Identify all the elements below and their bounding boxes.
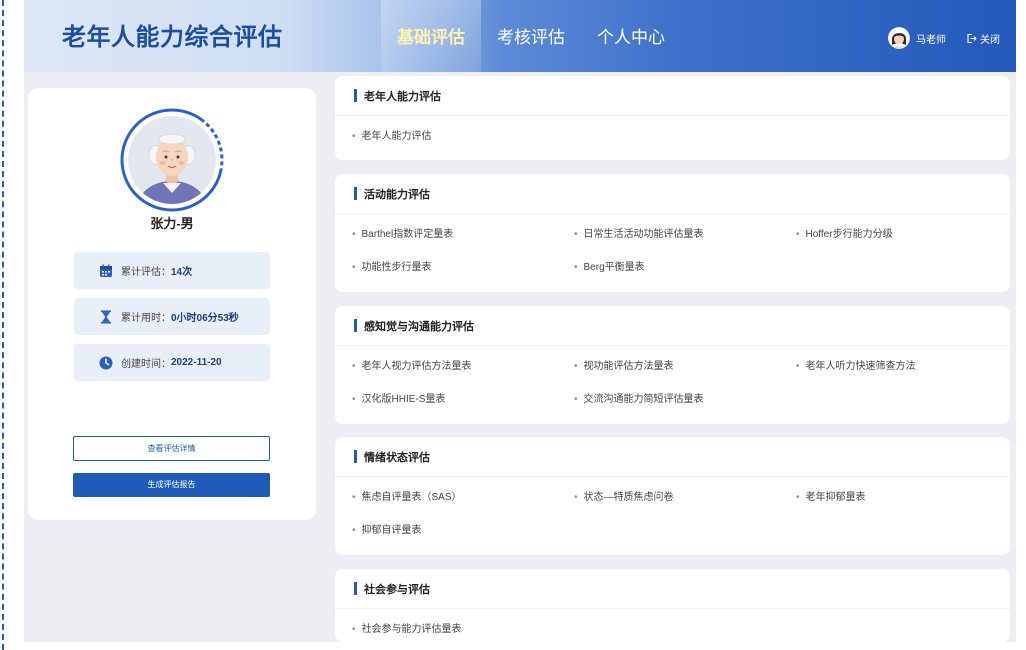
section-title: 老年人能力评估 (364, 90, 441, 103)
assessment-item[interactable]: 交流沟通能力简短评估量表 (574, 383, 796, 416)
profile-name: 张力-男 (150, 216, 194, 231)
section-activity-ability: 活动能力评估 Barthel指数评定量表 日常生活活动功能评估量表 Hoffer… (335, 174, 1010, 292)
logout-button[interactable]: 关闭 (966, 31, 1000, 46)
section-accent-bar (354, 187, 357, 200)
stat-label: 累计评估： (121, 267, 171, 278)
stat-created-date: 创建时间： 2022-11-20 (74, 344, 270, 381)
stat-value: 0小时06分53秒 (171, 313, 239, 324)
section-header: 感知觉与沟通能力评估 (335, 306, 1010, 346)
tab-basic-assessment[interactable]: 基础评估 (381, 0, 481, 72)
section-title: 社会参与评估 (364, 583, 430, 596)
section-header: 老年人能力评估 (335, 76, 1010, 116)
profile-card: 张力-男 累计评估： 14次 累计用时： 0小时06分53秒 创建时间： 202… (28, 88, 316, 520)
app-frame: 老年人能力综合评估 基础评估 考核评估 个人中心 马老师 关闭 张力-男 累计评… (24, 0, 1016, 642)
logout-label: 关闭 (980, 34, 1000, 46)
section-items: Barthel指数评定量表 日常生活活动功能评估量表 Hoffer步行能力分级 … (335, 214, 1010, 284)
section-elderly-ability: 老年人能力评估 老年人能力评估 (335, 76, 1010, 160)
section-perception-communication: 感知觉与沟通能力评估 老年人视力评估方法量表 视功能评估方法量表 老年人听力快速… (335, 306, 1010, 424)
section-accent-bar (354, 582, 357, 595)
stat-value: 2022-11-20 (171, 357, 222, 368)
tab-exam-assessment[interactable]: 考核评估 (481, 0, 581, 72)
stat-total-time: 累计用时： 0小时06分53秒 (74, 298, 270, 335)
assessment-item[interactable]: 老年人听力快速筛查方法 (796, 350, 1010, 383)
assessment-item[interactable]: 视功能评估方法量表 (574, 350, 796, 383)
section-items: 社会参与能力评估量表 (335, 609, 1010, 642)
section-emotional-state: 情绪状态评估 焦虑自评量表（SAS） 状态—特质焦虑问卷 老年抑郁量表 抑郁自评… (335, 437, 1010, 555)
section-items: 老年人能力评估 (335, 116, 1010, 153)
section-header: 社会参与评估 (335, 569, 1010, 609)
view-details-button[interactable]: 查看评估详情 (73, 436, 270, 461)
user-avatar-icon[interactable] (888, 27, 910, 49)
section-accent-bar (354, 450, 357, 463)
section-accent-bar (354, 319, 357, 332)
assessment-item[interactable]: Hoffer步行能力分级 (796, 218, 1010, 251)
user-menu: 马老师 关闭 (888, 0, 1000, 72)
hourglass-icon (99, 310, 113, 324)
assessment-item[interactable]: 社会参与能力评估量表 (352, 613, 574, 642)
stat-assessment-count: 累计评估： 14次 (74, 252, 270, 289)
dashed-page-edge (2, 0, 4, 650)
section-header: 活动能力评估 (335, 174, 1010, 214)
assessment-item[interactable]: 焦虑自评量表（SAS） (352, 481, 574, 514)
top-header: 老年人能力综合评估 基础评估 考核评估 个人中心 马老师 关闭 (24, 0, 1016, 72)
assessment-item[interactable]: 日常生活活动功能评估量表 (574, 218, 796, 251)
elderly-person-avatar (119, 107, 225, 213)
assessment-item[interactable]: Berg平衡量表 (574, 251, 796, 284)
section-items: 老年人视力评估方法量表 视功能评估方法量表 老年人听力快速筛查方法 汉化版HHI… (335, 346, 1010, 416)
main-nav: 基础评估 考核评估 个人中心 (381, 0, 681, 72)
section-items: 焦虑自评量表（SAS） 状态—特质焦虑问卷 老年抑郁量表 抑郁自评量表 (335, 477, 1010, 547)
app-title: 老年人能力综合评估 (62, 24, 283, 51)
assessment-item[interactable]: 老年人能力评估 (352, 120, 574, 153)
calendar-icon (99, 264, 113, 278)
section-title: 情绪状态评估 (364, 451, 430, 464)
assessment-item[interactable]: 汉化版HHIE-S量表 (352, 383, 574, 416)
assessment-item[interactable]: 功能性步行量表 (352, 251, 574, 284)
clock-icon (99, 356, 113, 370)
logout-icon (966, 33, 977, 44)
stat-value: 14次 (171, 267, 193, 278)
assessment-item[interactable]: 老年抑郁量表 (796, 481, 1010, 514)
generate-report-button[interactable]: 生成评估报告 (73, 473, 270, 497)
section-title: 活动能力评估 (364, 188, 430, 201)
assessment-item[interactable]: 老年人视力评估方法量表 (352, 350, 574, 383)
stat-label: 累计用时： (121, 313, 171, 324)
section-title: 感知觉与沟通能力评估 (364, 320, 474, 333)
section-accent-bar (354, 89, 357, 102)
tab-personal-center[interactable]: 个人中心 (581, 0, 681, 72)
stat-label: 创建时间： (121, 359, 171, 370)
user-name[interactable]: 马老师 (916, 31, 946, 46)
assessment-item[interactable]: 抑郁自评量表 (352, 514, 574, 547)
assessment-item[interactable]: Barthel指数评定量表 (352, 218, 574, 251)
section-header: 情绪状态评估 (335, 437, 1010, 477)
section-social-participation: 社会参与评估 社会参与能力评估量表 (335, 569, 1010, 642)
assessment-item[interactable]: 状态—特质焦虑问卷 (574, 481, 796, 514)
